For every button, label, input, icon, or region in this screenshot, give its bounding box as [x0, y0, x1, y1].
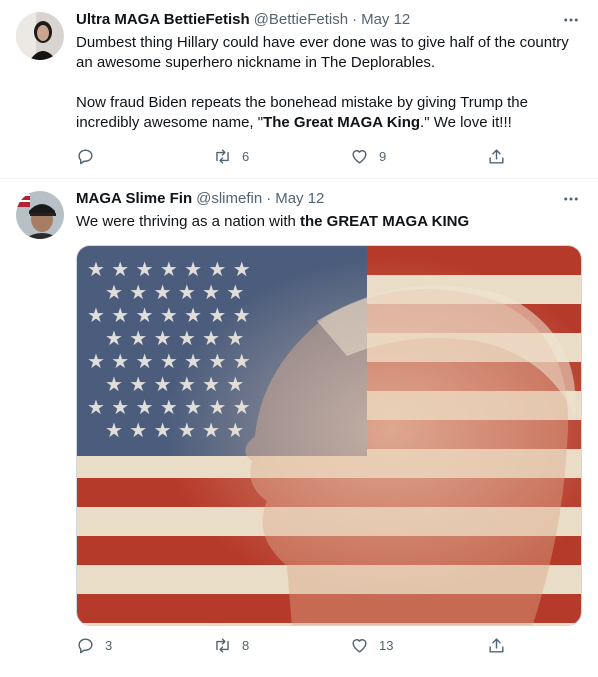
retweet-button[interactable]: 6: [213, 147, 262, 166]
retweet-count: 6: [242, 148, 250, 164]
reply-button[interactable]: 3: [76, 636, 125, 655]
heart-icon: [352, 149, 367, 164]
user-handle[interactable]: @BettieFetish: [254, 10, 348, 30]
separator-dot: ·: [352, 11, 358, 28]
reply-count: 3: [105, 637, 113, 653]
tweet-paragraph: Now fraud Biden repeats the bonehead mis…: [76, 93, 572, 133]
like-count: 13: [379, 637, 394, 653]
share-icon: [489, 148, 504, 164]
bold-text: the GREAT MAGA KING: [300, 213, 470, 230]
reply-button[interactable]: [76, 147, 125, 166]
like-count: 9: [379, 148, 387, 164]
display-name[interactable]: MAGA Slime Fin: [76, 189, 192, 209]
share-button[interactable]: [487, 636, 506, 655]
heart-icon: [352, 638, 367, 653]
avatar[interactable]: [16, 12, 64, 60]
more-horizontal-icon[interactable]: [560, 189, 582, 209]
tweet[interactable]: MAGA Slime Fin @slimefin · May 12 We wer…: [0, 179, 598, 677]
more-horizontal-icon[interactable]: [560, 10, 582, 30]
avatar[interactable]: [16, 191, 64, 239]
like-button[interactable]: 13: [350, 636, 399, 655]
tweet-actions: 6 9: [76, 146, 506, 166]
text-segment: We were thriving as a nation with: [76, 213, 300, 230]
display-name[interactable]: Ultra MAGA BettieFetish: [76, 10, 250, 30]
tweet-date[interactable]: May 12: [361, 10, 410, 30]
retweet-button[interactable]: 8: [213, 636, 262, 655]
tweet[interactable]: Ultra MAGA BettieFetish @BettieFetish · …: [0, 0, 598, 179]
tweet-image[interactable]: ★ ★ ★ ★ ★ ★ ★ ★ ★ ★ ★ ★ ★ ★ ★ ★ ★ ★ ★ ★ …: [76, 245, 582, 626]
share-button[interactable]: [487, 147, 506, 166]
tweet-text: Dumbest thing Hillary could have ever do…: [76, 33, 582, 133]
tweet-actions: 3 8 13: [76, 635, 506, 655]
separator-dot: ·: [266, 190, 272, 207]
retweet-count: 8: [242, 637, 250, 653]
tweet-paragraph: Dumbest thing Hillary could have ever do…: [76, 34, 569, 71]
text-segment: ." We love it!!!: [420, 114, 512, 131]
like-button[interactable]: 9: [350, 147, 399, 166]
share-icon: [489, 637, 504, 653]
tweet-text: We were thriving as a nation with the GR…: [76, 212, 582, 232]
retweet-icon: [216, 148, 229, 164]
tweet-paragraph: We were thriving as a nation with the GR…: [76, 212, 572, 232]
reply-icon: [78, 148, 93, 164]
reply-icon: [78, 637, 93, 653]
retweet-icon: [216, 637, 229, 653]
tweet-date[interactable]: May 12: [275, 189, 324, 209]
bold-text: The Great MAGA King: [263, 114, 421, 131]
user-handle[interactable]: @slimefin: [196, 189, 262, 209]
